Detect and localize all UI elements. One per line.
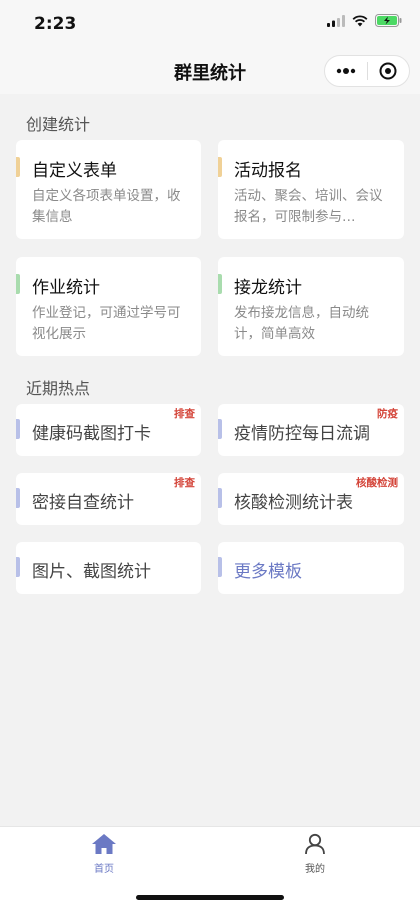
card-title: 自定义表单 — [32, 161, 117, 181]
card-description: 作业登记，可通过学号可视化展示 — [32, 305, 181, 342]
signal-icon — [327, 14, 345, 27]
mini-program-capsule — [324, 55, 410, 87]
card-tag: 核酸检测 — [356, 477, 398, 489]
card-accent-bar — [218, 274, 222, 294]
hot-card-close-contact[interactable]: 密接自查统计 排查 — [16, 473, 201, 525]
section-title-hot: 近期热点 — [26, 379, 91, 398]
card-title: 健康码截图打卡 — [32, 424, 151, 444]
card-title: 作业统计 — [32, 278, 100, 298]
card-title: 接龙统计 — [234, 278, 302, 298]
more-templates-link[interactable]: 更多模板 — [234, 557, 302, 582]
close-button[interactable] — [368, 56, 409, 86]
tab-label: 首页 — [94, 864, 114, 875]
create-card-homework[interactable]: 作业统计 作业登记，可通过学号可视化展示 — [16, 257, 201, 356]
card-title: 核酸检测统计表 — [234, 493, 353, 513]
status-icons — [327, 14, 402, 27]
card-description: 发布接龙信息，自动统计，简单高效 — [234, 305, 369, 342]
more-button[interactable] — [325, 56, 367, 86]
nav-bar: 群里统计 — [0, 50, 420, 94]
card-title: 活动报名 — [234, 161, 302, 181]
card-tag: 排查 — [174, 408, 195, 420]
target-icon — [379, 62, 397, 80]
card-title: 密接自查统计 — [32, 493, 134, 513]
hot-card-health-code[interactable]: 健康码截图打卡 排查 — [16, 404, 201, 456]
section-title-create: 创建统计 — [26, 115, 91, 134]
battery-charging-icon — [375, 14, 402, 27]
card-accent-bar — [218, 419, 222, 439]
create-card-event-signup[interactable]: 活动报名 活动、聚会、培训、会议报名，可限制参与… — [218, 140, 404, 239]
create-card-custom-form[interactable]: 自定义表单 自定义各项表单设置，收集信息 — [16, 140, 201, 239]
card-accent-bar — [16, 274, 20, 294]
card-description: 自定义各项表单设置，收集信息 — [32, 188, 181, 225]
wifi-icon — [352, 14, 368, 26]
home-indicator — [136, 895, 284, 900]
home-icon — [92, 834, 116, 854]
card-accent-bar — [16, 557, 20, 577]
card-tag: 排查 — [174, 477, 195, 489]
card-description: 活动、聚会、培训、会议报名，可限制参与… — [234, 188, 383, 225]
hot-card-epidemic-survey[interactable]: 疫情防控每日流调 防疫 — [218, 404, 404, 456]
tab-mine[interactable]: 我的 — [275, 833, 355, 875]
user-icon — [305, 833, 325, 855]
card-accent-bar — [16, 157, 20, 177]
card-tag: 防疫 — [377, 408, 398, 420]
hot-card-image-stats[interactable]: 图片、截图统计 — [16, 542, 201, 594]
card-accent-bar — [218, 488, 222, 508]
tab-home[interactable]: 首页 — [64, 833, 144, 875]
card-accent-bar — [218, 157, 222, 177]
more-dots-icon — [336, 68, 356, 74]
status-time: 2:23 — [34, 14, 77, 34]
tab-label: 我的 — [305, 864, 325, 875]
hot-card-nucleic-test[interactable]: 核酸检测统计表 核酸检测 — [218, 473, 404, 525]
hot-card-more-templates[interactable]: 更多模板 — [218, 542, 404, 594]
card-accent-bar — [16, 419, 20, 439]
card-accent-bar — [218, 557, 222, 577]
status-bar: 2:23 — [0, 0, 420, 50]
card-title: 图片、截图统计 — [32, 562, 151, 582]
create-card-relay[interactable]: 接龙统计 发布接龙信息，自动统计，简单高效 — [218, 257, 404, 356]
card-accent-bar — [16, 488, 20, 508]
card-title: 疫情防控每日流调 — [234, 424, 370, 444]
